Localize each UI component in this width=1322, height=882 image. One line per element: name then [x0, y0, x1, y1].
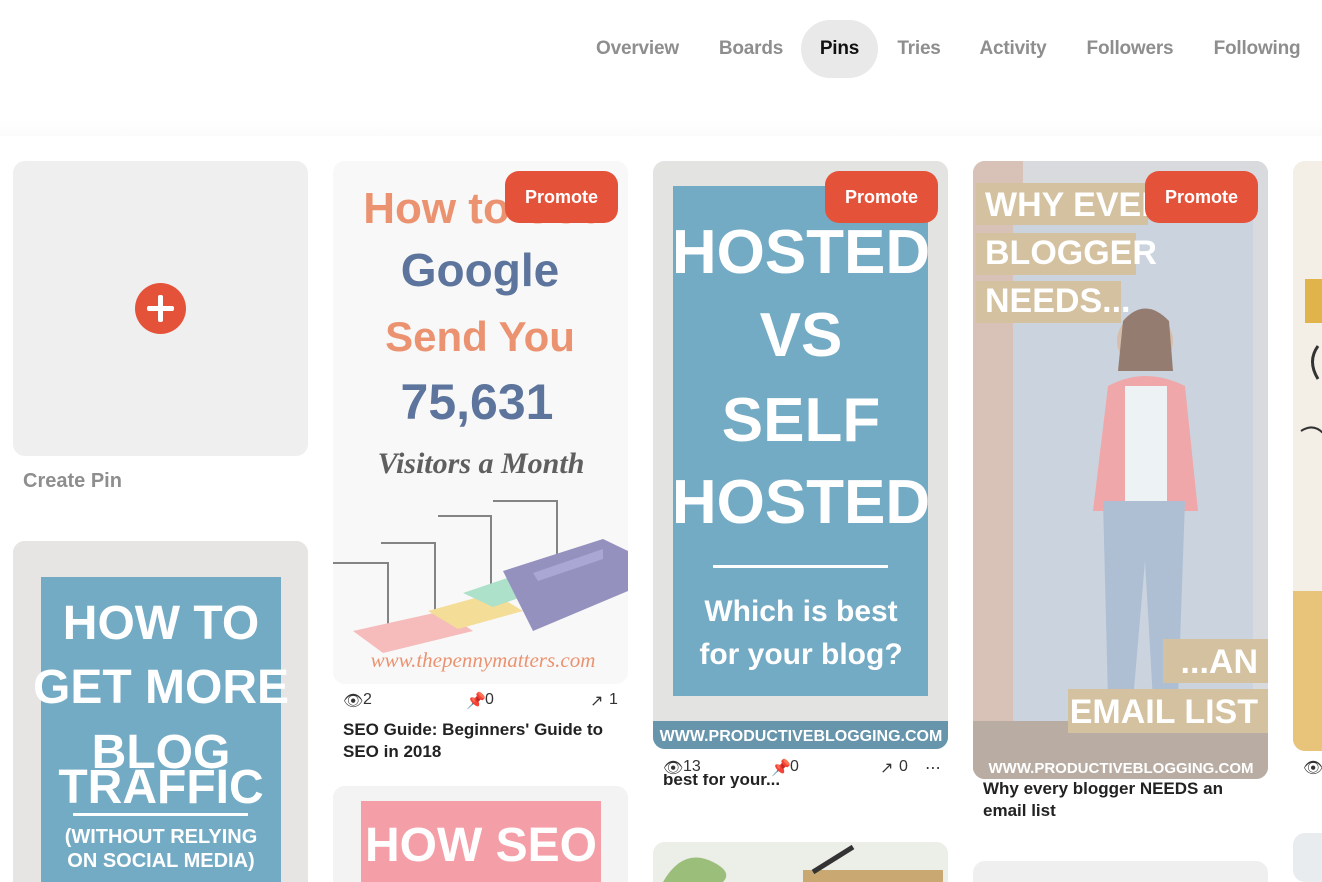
pin-title[interactable]: SEO Guide: Beginners' Guide to SEO in 20…	[343, 719, 613, 763]
pin-image-email-list[interactable]: WHY EVERY BLOGGER NEEDS... ...AN EMAIL L…	[973, 161, 1268, 779]
arrow-up-right-icon: ↗	[590, 693, 604, 710]
pin-title[interactable]: Why every blogger NEEDS an email list	[983, 778, 1243, 822]
create-pin-button[interactable]	[13, 161, 308, 456]
views-count: 2	[363, 691, 372, 708]
tab-overview[interactable]: Overview	[580, 20, 695, 78]
pin-stats: 👁	[1303, 758, 1322, 780]
clicks-count: 1	[609, 691, 618, 708]
pin-icon: 📌	[466, 693, 486, 710]
eye-icon: 👁	[1303, 760, 1322, 777]
pin-image-hosted-vs-self-hosted[interactable]: HOSTED VS SELF HOSTED Which is best for …	[653, 161, 948, 749]
pin-image-partial[interactable]	[1293, 161, 1322, 751]
pin-image-partial[interactable]	[1293, 833, 1322, 882]
pin-image-blog-traffic[interactable]: HOW TO GET MORE BLOG TRAFFIC (WITHOUT RE…	[13, 541, 308, 882]
create-pin-label: Create Pin	[23, 470, 122, 492]
promote-button[interactable]: Promote	[1145, 171, 1258, 223]
eye-icon: 👁	[343, 693, 364, 710]
tab-activity[interactable]: Activity	[968, 20, 1058, 78]
promote-button[interactable]: Promote	[825, 171, 938, 223]
pin-image-seo-guide[interactable]: How to Use Google Send You 75,631 Visito…	[333, 161, 628, 684]
tab-tries[interactable]: Tries	[890, 20, 948, 78]
divider	[0, 120, 1322, 136]
pin-image-partial[interactable]	[653, 842, 948, 882]
plus-icon	[135, 283, 186, 334]
tab-following[interactable]: Following	[1202, 20, 1312, 78]
promote-button[interactable]: Promote	[505, 171, 618, 223]
tab-boards[interactable]: Boards	[705, 20, 797, 78]
pin-image-how-seo[interactable]: HOW SEO	[333, 786, 628, 882]
tab-pins[interactable]: Pins	[801, 20, 878, 78]
pin-stats: 👁 2 📌 0 ↗ 1	[343, 691, 623, 713]
pin-image-partial[interactable]	[973, 861, 1268, 882]
profile-tabs: Overview Boards Pins Tries Activity Foll…	[0, 20, 1322, 78]
pin-title[interactable]: best for your...	[663, 774, 933, 788]
tab-followers[interactable]: Followers	[1076, 20, 1184, 78]
saves-count: 0	[485, 691, 494, 708]
